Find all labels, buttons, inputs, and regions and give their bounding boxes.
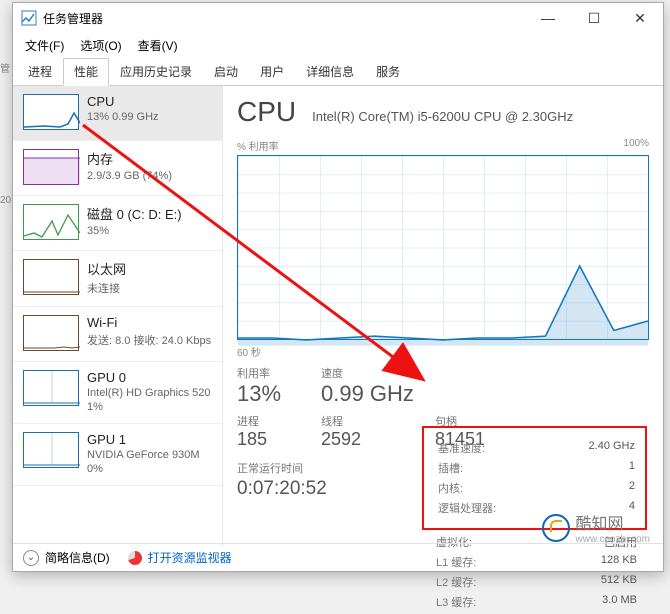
gpu1-thumb (23, 432, 79, 468)
sidebar-item-memory[interactable]: 内存 2.9/3.9 GB (74%) (13, 141, 222, 196)
chart-ymax: 100% (623, 138, 649, 153)
tab-performance[interactable]: 性能 (63, 58, 109, 86)
tab-startup[interactable]: 启动 (203, 58, 249, 86)
sidebar-item-gpu1[interactable]: GPU 1 NVIDIA GeForce 930M 0% (13, 424, 222, 486)
chart-ylabel: % 利用率 (237, 138, 279, 153)
label-processes: 进程 (237, 413, 317, 429)
tab-app-history[interactable]: 应用历史记录 (109, 58, 203, 86)
tab-users[interactable]: 用户 (249, 58, 295, 86)
sidebar-item-gpu0[interactable]: GPU 0 Intel(R) HD Graphics 520 1% (13, 362, 222, 424)
cpu-model: Intel(R) Core(TM) i5-6200U CPU @ 2.30GHz (312, 109, 573, 124)
footer-bar: ⌄ 简略信息(D) 打开资源监视器 (13, 543, 663, 571)
cache-row: L3 缓存:3.0 MB (436, 592, 637, 612)
perf-sidebar: CPU 13% 0.99 GHz 内存 2.9/3.9 GB (74%) (13, 86, 223, 546)
spec-row: 插槽:1 (438, 458, 635, 478)
value-threads: 2592 (321, 429, 431, 450)
fewer-details-link[interactable]: 简略信息(D) (45, 549, 110, 566)
watermark-logo-icon (542, 514, 570, 542)
maximize-button[interactable]: ☐ (571, 3, 617, 33)
disk-thumb (23, 204, 79, 240)
collapse-chevron-icon[interactable]: ⌄ (23, 550, 39, 566)
gpu0-thumb (23, 370, 79, 406)
sidebar-item-wifi[interactable]: Wi-Fi 发送: 8.0 接收: 24.0 Kbps (13, 307, 222, 362)
menu-view[interactable]: 查看(V) (132, 35, 184, 56)
open-resource-monitor-link[interactable]: 打开资源监视器 (148, 549, 232, 566)
ethernet-thumb (23, 259, 79, 295)
menu-options[interactable]: 选项(O) (74, 35, 127, 56)
sidebar-item-label: Wi-Fi (87, 315, 211, 330)
chart-xlabel: 60 秒 (237, 344, 649, 359)
task-manager-window: 任务管理器 ― ☐ ✕ 文件(F) 选项(O) 查看(V) 进程 性能 应用历史… (12, 2, 664, 572)
window-controls: ― ☐ ✕ (525, 3, 663, 33)
sidebar-item-disk[interactable]: 磁盘 0 (C: D: E:) 35% (13, 196, 222, 251)
tabstrip: 进程 性能 应用历史记录 启动 用户 详细信息 服务 (13, 60, 663, 86)
watermark-brand: 酷知网 (576, 516, 624, 533)
sidebar-item-sub: Intel(R) HD Graphics 520 (87, 387, 211, 399)
sidebar-item-sub: 2.9/3.9 GB (74%) (87, 170, 172, 182)
minimize-button[interactable]: ― (525, 3, 571, 33)
tab-processes[interactable]: 进程 (17, 58, 63, 86)
window-title: 任务管理器 (43, 10, 103, 27)
spec-row: 基准速度:2.40 GHz (438, 438, 635, 458)
sidebar-item-sub2: 1% (87, 401, 211, 413)
detail-title: CPU (237, 96, 296, 128)
spec-row: 内核:2 (438, 478, 635, 498)
sidebar-item-sub: 未连接 (87, 280, 126, 296)
value-processes: 185 (237, 429, 317, 450)
cpu-chart[interactable] (237, 155, 649, 340)
sidebar-item-label: GPU 0 (87, 370, 211, 385)
sidebar-item-label: CPU (87, 94, 159, 109)
wifi-thumb (23, 315, 79, 351)
tab-details[interactable]: 详细信息 (295, 58, 365, 86)
resource-monitor-icon (128, 551, 142, 565)
close-button[interactable]: ✕ (617, 3, 663, 33)
watermark: 酷知网 www.coozhi.com (542, 510, 650, 545)
value-utilization: 13% (237, 381, 317, 407)
sidebar-item-sub: 35% (87, 225, 182, 237)
sidebar-item-label: 磁盘 0 (C: D: E:) (87, 204, 182, 223)
sidebar-item-label: 内存 (87, 149, 172, 168)
label-util: 利用率 (237, 365, 317, 381)
label-threads: 线程 (321, 413, 431, 429)
value-speed: 0.99 GHz (321, 381, 431, 407)
perf-body: CPU 13% 0.99 GHz 内存 2.9/3.9 GB (74%) (13, 86, 663, 546)
tab-services[interactable]: 服务 (365, 58, 411, 86)
menubar: 文件(F) 选项(O) 查看(V) (13, 33, 663, 60)
sidebar-item-ethernet[interactable]: 以太网 未连接 (13, 251, 222, 307)
cache-row: L2 缓存:512 KB (436, 572, 637, 592)
sidebar-item-sub: 13% 0.99 GHz (87, 111, 159, 123)
menu-file[interactable]: 文件(F) (19, 35, 70, 56)
sidebar-item-sub2: 0% (87, 463, 200, 475)
label-speed: 速度 (321, 365, 431, 381)
sidebar-item-sub: 发送: 8.0 接收: 24.0 Kbps (87, 332, 211, 348)
sidebar-item-sub: NVIDIA GeForce 930M (87, 449, 200, 461)
titlebar: 任务管理器 ― ☐ ✕ (13, 3, 663, 33)
watermark-url: www.coozhi.com (576, 534, 650, 545)
cpu-thumb (23, 94, 79, 130)
sidebar-item-label: 以太网 (87, 259, 126, 278)
sidebar-item-label: GPU 1 (87, 432, 200, 447)
sidebar-item-cpu[interactable]: CPU 13% 0.99 GHz (13, 86, 222, 141)
app-icon (21, 10, 37, 26)
perf-detail: CPU Intel(R) Core(TM) i5-6200U CPU @ 2.3… (223, 86, 663, 546)
memory-thumb (23, 149, 79, 185)
